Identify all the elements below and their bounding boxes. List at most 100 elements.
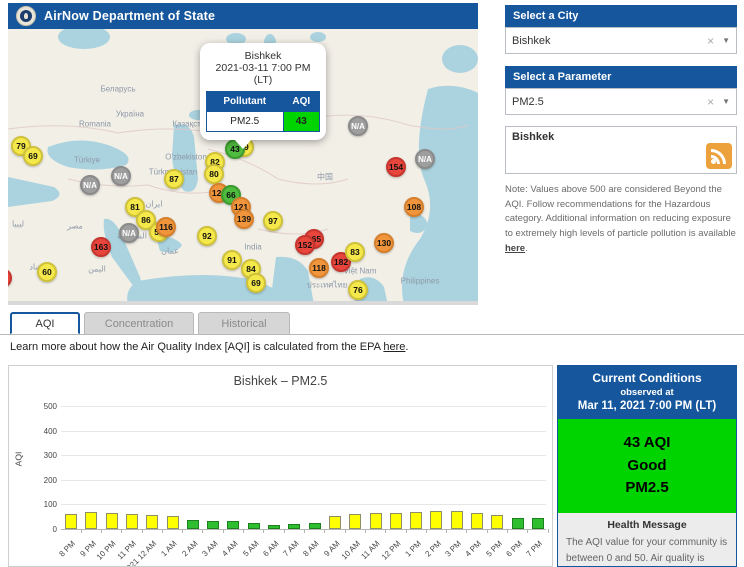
current-aqi-block: 43 AQI Good PM2.5	[558, 419, 736, 513]
chart-bar[interactable]	[451, 511, 463, 529]
chart-x-tick	[121, 529, 122, 533]
map-country-label: ประเทศไทย	[307, 279, 348, 292]
chart-bar[interactable]	[227, 521, 239, 529]
map-country-label: ليبيا	[12, 220, 24, 229]
chart-bar[interactable]	[349, 514, 361, 529]
aqi-map-marker[interactable]: 152	[295, 235, 315, 255]
parameter-caret-icon[interactable]: ▼	[722, 97, 730, 106]
city-select[interactable]: Bishkek × ▼	[505, 27, 737, 54]
parameter-clear-icon[interactable]: ×	[707, 95, 714, 109]
chart-x-tick	[162, 529, 163, 533]
aqi-map-marker[interactable]: 92	[197, 226, 217, 246]
aqi-map-marker[interactable]: N/A	[119, 223, 139, 243]
city-caret-icon[interactable]: ▼	[722, 36, 730, 45]
aqi-map-marker[interactable]: 116	[156, 217, 176, 237]
note-here-link[interactable]: here	[505, 243, 525, 254]
chart-x-tick	[243, 529, 244, 533]
map-country-label: ايران	[146, 200, 163, 209]
aqi-map-marker[interactable]: 83	[345, 242, 365, 262]
aqi-map-marker[interactable]: 80	[204, 164, 224, 184]
tab-concentration[interactable]: Concentration	[84, 312, 194, 334]
chart-x-label: 4 AM	[221, 539, 240, 558]
chart-x-label: 9 AM	[322, 539, 341, 558]
chart-gridline	[61, 455, 546, 456]
aqi-map-marker[interactable]: N/A	[415, 149, 435, 169]
chart-y-tick: 200	[31, 476, 57, 485]
aqi-map-marker[interactable]: N/A	[348, 116, 368, 136]
chart-bar[interactable]	[370, 513, 382, 529]
aqi-map-marker[interactable]: N/A	[111, 166, 131, 186]
chart-bar[interactable]	[532, 518, 544, 529]
chart-bar[interactable]	[512, 518, 524, 529]
chart-bar[interactable]	[430, 511, 442, 529]
aqi-map[interactable]: БеларусьУкраїнаRomaniaTürkiyeҚазақстанO'…	[8, 29, 478, 305]
chart-bar[interactable]	[471, 513, 483, 529]
aqi-map-marker[interactable]: 130	[374, 233, 394, 253]
aqi-map-marker[interactable]: 87	[164, 169, 184, 189]
aqi-map-marker[interactable]: 69	[23, 146, 43, 166]
chart-bar[interactable]	[126, 514, 138, 529]
aqi-map-marker[interactable]: 76	[348, 280, 368, 300]
chart-bar[interactable]	[167, 516, 179, 529]
select-parameter-header: Select a Parameter	[505, 66, 737, 88]
chart-bar[interactable]	[65, 514, 77, 529]
chart-x-label: 6 PM	[505, 539, 525, 559]
tab-aqi[interactable]: AQI	[10, 312, 80, 334]
chart-x-tick	[446, 529, 447, 533]
city-textbox-value: Bishkek	[512, 131, 554, 143]
aqi-map-marker[interactable]: 139	[234, 209, 254, 229]
chart-bar[interactable]	[207, 521, 219, 529]
chart-bar[interactable]	[288, 524, 300, 529]
chart-x-label: 7 PM	[525, 539, 545, 559]
chart-x-label: 10 AM	[339, 539, 361, 561]
map-country-label: Türkiye	[74, 156, 100, 165]
popup-pollutant-value: PM2.5	[207, 112, 284, 132]
aqi-map-marker[interactable]: N/A	[80, 175, 100, 195]
map-country-label: عمان	[161, 247, 179, 256]
map-country-label: مصر	[67, 222, 83, 231]
chart-y-tick: 500	[31, 402, 57, 411]
chart-bar[interactable]	[146, 515, 158, 529]
map-country-label: Беларусь	[101, 85, 136, 94]
chart-bar[interactable]	[410, 512, 422, 529]
chart-bar[interactable]	[248, 523, 260, 529]
aqi-map-marker[interactable]: 163	[91, 237, 111, 257]
aqi-map-marker[interactable]: 60	[37, 262, 57, 282]
aqi-map-marker[interactable]: 108	[404, 197, 424, 217]
beyond-aqi-note: Note: Values above 500 are considered Be…	[505, 183, 737, 257]
note-period: .	[525, 243, 528, 254]
select-city-header: Select a City	[505, 5, 737, 27]
chart-x-tick	[142, 529, 143, 533]
learn-more-prefix: Learn more about how the Air Quality Ind…	[10, 341, 383, 353]
chart-x-tick	[81, 529, 82, 533]
aqi-map-marker[interactable]: 118	[309, 258, 329, 278]
chart-bar[interactable]	[491, 515, 503, 529]
chart-bar[interactable]	[390, 513, 402, 529]
current-conditions-title: Current Conditions	[562, 371, 732, 385]
learn-more-here-link[interactable]: here	[383, 341, 405, 353]
chart-x-label: 6 AM	[261, 539, 280, 558]
chart-x-tick	[487, 529, 488, 533]
city-textbox[interactable]: Bishkek	[505, 126, 737, 174]
aqi-map-marker[interactable]: 69	[246, 273, 266, 293]
chart-bar[interactable]	[85, 512, 97, 529]
aqi-map-marker[interactable]: 91	[222, 250, 242, 270]
chart-x-label: 7 AM	[281, 539, 300, 558]
chart-bar[interactable]	[268, 525, 280, 529]
chart-gridline	[61, 504, 546, 505]
popup-col-aqi: AQI	[283, 92, 319, 112]
chart-x-tick	[527, 529, 528, 533]
aqi-map-marker[interactable]: 154	[386, 157, 406, 177]
chart-bar[interactable]	[329, 516, 341, 529]
parameter-select[interactable]: PM2.5 × ▼	[505, 88, 737, 115]
chart-bar[interactable]	[106, 513, 118, 529]
chart-bar[interactable]	[187, 520, 199, 529]
aqi-map-marker[interactable]: 97	[263, 211, 283, 231]
chart-bar[interactable]	[309, 523, 321, 529]
chart-x-tick	[101, 529, 102, 533]
city-clear-icon[interactable]: ×	[707, 34, 714, 48]
tab-historical[interactable]: Historical	[198, 312, 290, 334]
popup-table: Pollutant AQI PM2.5 43	[206, 91, 320, 132]
chart-x-label: 12 PM	[380, 539, 403, 562]
rss-icon[interactable]	[706, 143, 732, 169]
